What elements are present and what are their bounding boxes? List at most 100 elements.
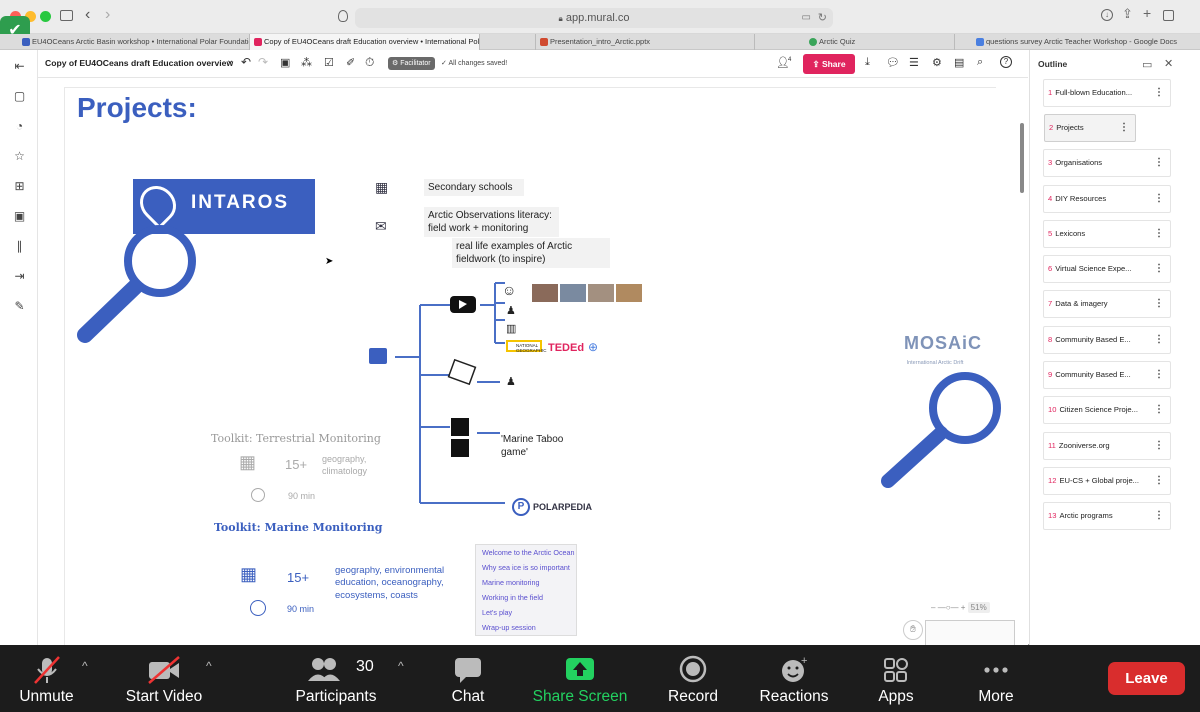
chat-button[interactable]: Chat [440,645,496,712]
exit-icon[interactable]: ⇤ [13,60,26,73]
mosaic-label[interactable]: MOSAiC [904,333,982,354]
tab-1[interactable]: EU4OCeans Arctic Basin workshop • Intern… [18,34,250,50]
kebab-menu-icon[interactable]: ⋮ [1154,221,1164,247]
reload-icon[interactable]: ↻ [818,8,827,28]
teded-logo[interactable]: TEDEd [548,342,584,354]
participants-button[interactable]: 30 Participants [290,645,382,712]
lesson-menu-item[interactable]: Wrap-up session [476,620,576,635]
settings-icon[interactable]: ⚙︎ [932,56,942,69]
tab-4[interactable]: Arctic Quiz [805,34,955,50]
search-icon[interactable]: ⌕ [977,56,983,69]
help-icon[interactable]: ? [1000,56,1012,68]
kebab-menu-icon[interactable]: ⋮ [1154,468,1164,494]
doc-title[interactable]: Copy of EU4OCeans draft Education overvi… [45,58,233,68]
kebab-menu-icon[interactable]: ⋮ [1154,362,1164,388]
templates-icon[interactable]: ⁂ [301,56,312,69]
star-icon[interactable]: ☆ [13,150,26,163]
thumbnail[interactable] [588,284,614,302]
sidebar-toggle-icon[interactable] [60,10,73,21]
address-bar[interactable]: 🔒︎ app.mural.co ▭ ↻ [355,8,833,28]
more-button[interactable]: More [966,645,1026,712]
thumbnail[interactable] [616,284,642,302]
image-icon[interactable]: ▣ [13,210,26,223]
thumbnail[interactable] [560,284,586,302]
note-literacy[interactable]: Arctic Observations literacy: field work… [424,207,559,237]
kebab-menu-icon[interactable]: ⋮ [1154,80,1164,106]
brush-icon[interactable]: ✐ [346,56,355,69]
zoom-out-icon[interactable]: – [931,603,935,612]
kebab-menu-icon[interactable]: ⋮ [1154,327,1164,353]
note-taboo[interactable]: 'Marine Taboo game' [497,431,597,458]
record-button[interactable]: Record [660,645,726,712]
caret-up-icon[interactable]: ^ [206,659,212,673]
kebab-menu-icon[interactable]: ⋮ [1154,291,1164,317]
back-icon[interactable]: ‹ [85,6,90,24]
timer-icon[interactable]: ⏱ [365,55,374,70]
library-icon[interactable]: ∥ [13,240,26,253]
kebab-menu-icon[interactable]: ⋮ [1154,503,1164,529]
reader-icon[interactable]: ▭ [802,8,811,28]
pencil-icon[interactable]: ✎ [13,300,26,313]
video-thumbnails[interactable] [532,284,642,302]
tab-2[interactable]: Copy of EU4OCeans draft Education overvi… [250,34,480,50]
outline-item[interactable]: 10 Citizen Science Proje... ⋮ [1043,396,1171,424]
share-page-icon[interactable]: ⇪ [1122,6,1133,22]
sticky-note-icon[interactable]: ▢ [13,90,26,103]
outline-item[interactable]: 6 Virtual Science Expe... ⋮ [1043,255,1171,283]
lesson-menu[interactable]: Welcome to the Arctic Ocean Why sea ice … [475,544,577,636]
zoom-slider[interactable]: —○— [938,603,959,612]
outline-item[interactable]: 11 Zooniverse.org ⋮ [1043,432,1171,460]
frame-tool-icon[interactable]: ▣ [280,56,290,69]
note-real-life[interactable]: real life examples of Arctic fieldwork (… [452,238,610,268]
checklist-icon[interactable]: ☑ [324,56,334,69]
outline-item[interactable]: 3 Organisations ⋮ [1043,149,1171,177]
hand-icon[interactable]: ✋︎ [903,620,923,640]
note-secondary[interactable]: Secondary schools [424,179,524,196]
apps-button[interactable]: Apps [868,645,924,712]
kebab-menu-icon[interactable]: ⋮ [1154,256,1164,282]
caret-up-icon[interactable]: ^ [82,659,88,673]
new-tab-icon[interactable]: + [1143,5,1151,21]
chat-icon[interactable]: ☰ [909,56,919,69]
activity-icon[interactable]: ▤ [954,56,964,69]
present-icon[interactable]: ▭ [1142,58,1152,71]
undo-icon[interactable]: ↶ [241,55,251,69]
kebab-menu-icon[interactable]: ⋮ [1119,115,1129,141]
minimap[interactable] [925,620,1015,645]
outline-item[interactable]: 8 Community Based E... ⋮ [1043,326,1171,354]
outline-item[interactable]: 2 Projects ⋮ [1044,114,1136,142]
shapes-icon[interactable]: ◔ [13,120,26,133]
lesson-menu-item[interactable]: Let's play [476,605,576,620]
lesson-menu-item[interactable]: Marine monitoring [476,575,576,590]
maximize-window-icon[interactable] [40,11,51,22]
share-screen-button[interactable]: Share Screen [530,645,630,712]
export-icon[interactable]: ⤓ [865,56,870,69]
zoom-in-icon[interactable]: + [961,603,966,612]
outline-item[interactable]: 1 Full-blown Education... ⋮ [1043,79,1171,107]
caret-up-icon[interactable]: ^ [398,659,404,673]
outline-item[interactable]: 9 Community Based E... ⋮ [1043,361,1171,389]
kebab-menu-icon[interactable]: ⋮ [1154,186,1164,212]
chevron-down-icon[interactable]: ⌄ [226,55,234,66]
lesson-menu-item[interactable]: Working in the field [476,590,576,605]
outline-item[interactable]: 13 Arctic programs ⋮ [1043,502,1171,530]
tab-3[interactable]: Presentation_intro_Arctic.pptx [535,34,755,50]
reactions-button[interactable]: + Reactions [756,645,832,712]
forward-icon[interactable]: › [105,6,110,24]
lesson-menu-item[interactable]: Why sea ice is so important [476,560,576,575]
kebab-menu-icon[interactable]: ⋮ [1154,433,1164,459]
outline-item[interactable]: 12 EU-CS + Global proje... ⋮ [1043,467,1171,495]
natgeo-logo[interactable]: NATIONAL GEOGRAPHIC [506,340,547,353]
polarpedia-label[interactable]: POLARPEDIA [533,502,592,512]
kebab-menu-icon[interactable]: ⋮ [1154,397,1164,423]
outline-item[interactable]: 5 Lexicons ⋮ [1043,220,1171,248]
comments-icon[interactable]: 💬︎ [886,56,900,69]
zoom-control[interactable]: – —○— + 51% [931,602,990,613]
share-button[interactable]: ⇪ Share [803,54,855,74]
import-icon[interactable]: ⇥ [13,270,26,283]
kebab-menu-icon[interactable]: ⋮ [1154,150,1164,176]
outline-item[interactable]: 7 Data & imagery ⋮ [1043,290,1171,318]
close-icon[interactable]: ✕ [1164,57,1173,70]
vertical-scrollbar[interactable] [1020,123,1024,193]
tab-overview-icon[interactable] [1163,10,1174,21]
